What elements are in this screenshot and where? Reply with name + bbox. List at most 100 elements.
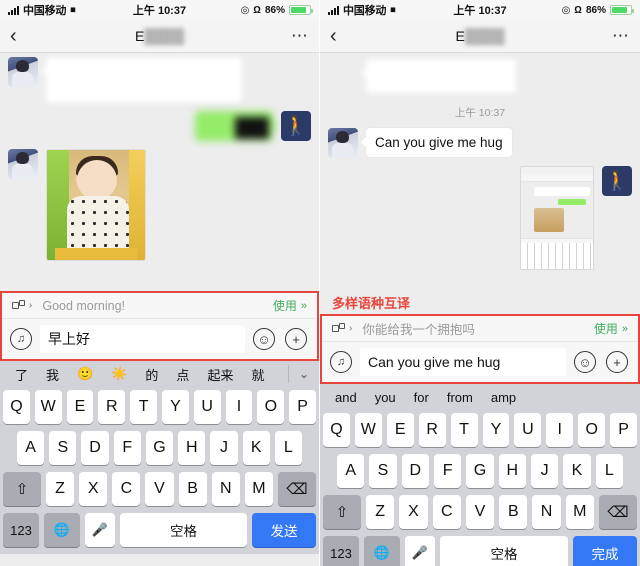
key[interactable]: Z — [366, 495, 395, 529]
send-key[interactable]: 发送 — [252, 513, 316, 547]
key[interactable]: R — [418, 413, 446, 447]
key[interactable]: L — [595, 454, 623, 488]
key[interactable]: O — [257, 390, 285, 424]
key[interactable]: E — [386, 413, 414, 447]
emoji-icon[interactable]: ☺ — [253, 328, 275, 350]
message-bubble-incoming[interactable]: Can you give me hug — [361, 128, 512, 157]
plus-icon[interactable]: + — [606, 351, 628, 373]
key[interactable]: S — [369, 454, 397, 488]
space-key[interactable]: 空格 — [120, 513, 247, 547]
expand-translation-icon[interactable]: » — [622, 323, 628, 335]
backspace-key[interactable]: ⌫ — [598, 495, 637, 529]
suggestion-item[interactable]: you — [366, 390, 405, 405]
key[interactable]: O — [578, 413, 606, 447]
key[interactable]: D — [401, 454, 429, 488]
key[interactable]: Y — [162, 390, 189, 424]
key[interactable]: U — [514, 413, 542, 447]
voice-input-icon[interactable]: ♫ — [330, 351, 352, 373]
avatar[interactable] — [8, 57, 38, 87]
globe-icon[interactable]: 🌐 — [44, 513, 80, 547]
key[interactable]: I — [546, 413, 574, 447]
key[interactable]: N — [532, 495, 561, 529]
key[interactable]: C — [112, 472, 141, 506]
key[interactable]: J — [210, 431, 238, 465]
key[interactable]: V — [145, 472, 174, 506]
chevron-down-icon[interactable]: ⌄ — [299, 367, 309, 381]
key[interactable]: D — [81, 431, 109, 465]
shift-key[interactable]: ⇧ — [323, 495, 362, 529]
avatar[interactable] — [8, 149, 38, 179]
suggestion-item[interactable]: ☀️ — [102, 366, 136, 382]
suggestion-item[interactable]: 我 — [37, 365, 68, 384]
key[interactable]: Y — [482, 413, 510, 447]
suggestion-item[interactable]: 点 — [167, 365, 198, 384]
key[interactable]: E — [66, 390, 94, 424]
key[interactable]: P — [289, 390, 316, 424]
key[interactable]: S — [49, 431, 77, 465]
suggestion-item[interactable]: 了 — [6, 365, 37, 384]
back-button[interactable]: ‹ — [10, 26, 34, 46]
key[interactable]: M — [244, 472, 273, 506]
key[interactable]: B — [499, 495, 528, 529]
plus-icon[interactable]: + — [285, 328, 307, 350]
key[interactable]: F — [113, 431, 141, 465]
more-options-button[interactable]: ⋯ — [612, 27, 630, 44]
key[interactable]: M — [565, 495, 594, 529]
numbers-key[interactable]: 123 — [3, 513, 39, 547]
key[interactable]: F — [434, 454, 462, 488]
chat-message-list[interactable]: 🚶 — [0, 53, 319, 291]
done-key[interactable]: 完成 — [573, 536, 637, 566]
key[interactable]: A — [337, 454, 365, 488]
key[interactable]: R — [98, 390, 126, 424]
key[interactable]: A — [17, 431, 45, 465]
chat-message-list[interactable]: 上午 10:37 Can you give me hug 🚶 — [320, 53, 640, 291]
message-bubble-blurred[interactable] — [41, 57, 242, 103]
shift-key[interactable]: ⇧ — [3, 472, 41, 506]
more-options-button[interactable]: ⋯ — [291, 27, 309, 44]
suggestion-item[interactable]: for — [405, 390, 438, 405]
key[interactable]: P — [610, 413, 638, 447]
avatar[interactable]: 🚶 — [281, 111, 311, 141]
photo-message[interactable] — [46, 149, 146, 261]
numbers-key[interactable]: 123 — [323, 536, 359, 566]
emoji-icon[interactable]: ☺ — [574, 351, 596, 373]
key[interactable]: X — [79, 472, 108, 506]
key[interactable]: Q — [3, 390, 30, 424]
key[interactable]: H — [178, 431, 206, 465]
use-translation-button[interactable]: 使用 — [594, 320, 618, 337]
key[interactable]: V — [465, 495, 495, 529]
key[interactable]: K — [563, 454, 591, 488]
key[interactable]: C — [432, 495, 461, 529]
suggestion-item[interactable]: and — [326, 390, 366, 405]
globe-icon[interactable]: 🌐 — [364, 536, 400, 566]
voice-input-icon[interactable]: ♫ — [10, 328, 32, 350]
suggestion-item[interactable]: from — [438, 390, 482, 405]
avatar[interactable]: 🚶 — [602, 166, 632, 196]
message-input[interactable]: Can you give me hug — [360, 348, 566, 376]
key[interactable]: L — [274, 431, 302, 465]
space-key[interactable]: 空格 — [440, 536, 568, 566]
expand-translation-icon[interactable]: » — [301, 300, 307, 312]
translation-suggestion-row[interactable]: › 你能给我一个拥抱吗 使用 » — [322, 316, 638, 342]
suggestion-item[interactable]: amp — [482, 390, 525, 405]
key[interactable]: G — [466, 454, 494, 488]
key[interactable]: H — [498, 454, 526, 488]
screenshot-message[interactable] — [520, 166, 594, 270]
suggestion-item[interactable]: 🙂 — [68, 366, 102, 382]
use-translation-button[interactable]: 使用 — [273, 297, 297, 314]
key[interactable]: G — [145, 431, 174, 465]
key[interactable]: B — [178, 472, 207, 506]
message-bubble-outgoing-blurred[interactable] — [195, 111, 278, 141]
microphone-icon[interactable]: 🎤 — [405, 536, 435, 566]
back-button[interactable]: ‹ — [330, 26, 354, 46]
key[interactable]: T — [130, 390, 157, 424]
translation-suggestion-row[interactable]: › Good morning! 使用 » — [2, 293, 317, 319]
suggestion-item[interactable]: 的 — [136, 365, 167, 384]
key[interactable]: I — [225, 390, 253, 424]
key[interactable]: Q — [322, 413, 350, 447]
key[interactable]: J — [530, 454, 559, 488]
key[interactable]: K — [242, 431, 270, 465]
key[interactable]: W — [34, 390, 62, 424]
key[interactable]: U — [193, 390, 221, 424]
avatar[interactable] — [328, 128, 358, 158]
